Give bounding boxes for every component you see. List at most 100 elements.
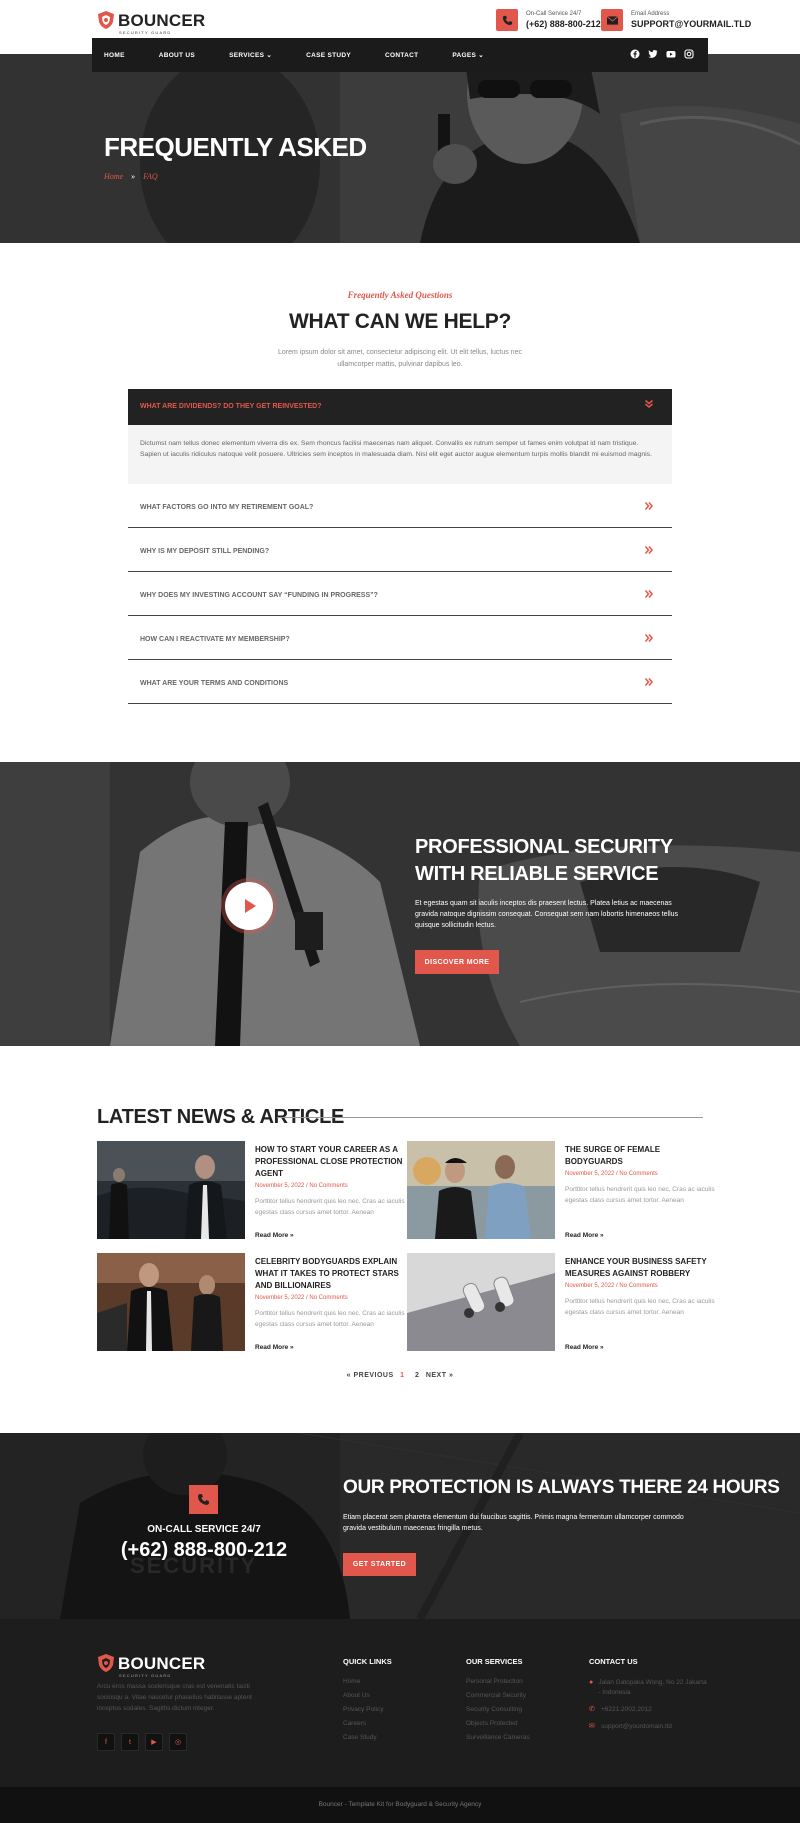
play-video-button[interactable] <box>225 882 273 930</box>
news-meta: November 5, 2022 / No Comments <box>565 1171 658 1177</box>
double-chevron-down-icon <box>645 399 653 408</box>
footer-link[interactable]: Privacy Policy <box>343 1706 392 1713</box>
news-thumbnail[interactable] <box>97 1253 245 1351</box>
breadcrumb-separator: » <box>131 172 136 181</box>
double-chevron-right-icon <box>644 546 653 554</box>
footer-link[interactable]: Careers <box>343 1720 392 1727</box>
faq-item-open[interactable]: WHAT ARE DIVIDENDS? DO THEY GET REINVEST… <box>128 389 672 425</box>
double-chevron-right-icon <box>644 634 653 642</box>
cta-section: SECURITY ON-CALL SERVICE 24/7 (+62) 888-… <box>0 1433 800 1619</box>
faq-item[interactable]: HOW CAN I REACTIVATE MY MEMBERSHIP? <box>128 616 672 660</box>
news-title[interactable]: ENHANCE YOUR BUSINESS SAFETY MEASURES AG… <box>565 1256 715 1280</box>
footer-contact: CONTACT US ● Jalan Gatopaka Wong. No 22 J… <box>589 1657 709 1739</box>
news-meta: November 5, 2022 / No Comments <box>255 1295 348 1301</box>
nav-case-study[interactable]: CASE STUDY <box>306 52 351 59</box>
instagram-icon[interactable]: ◎ <box>169 1733 187 1751</box>
instagram-icon[interactable] <box>684 49 694 59</box>
read-more-link[interactable]: Read More » <box>565 1344 604 1351</box>
news-card: CELEBRITY BODYGUARDS EXPLAIN WHAT IT TAK… <box>97 1253 407 1353</box>
footer: BOUNCER SECURITY GUARD Arcu eros massa s… <box>0 1619 800 1787</box>
discover-more-button[interactable]: DISCOVER MORE <box>415 950 499 974</box>
service-phone[interactable]: (+62) 888-800-212 <box>526 19 601 29</box>
faq-item[interactable]: WHY DOES MY INVESTING ACCOUNT SAY “FUNDI… <box>128 572 672 616</box>
news-excerpt: Porttitor tellus hendrerit quis leo nec.… <box>565 1298 715 1316</box>
news-thumbnail[interactable] <box>97 1141 245 1239</box>
email-address[interactable]: SUPPORT@YOURMAIL.TLD <box>631 19 751 29</box>
brand-name: BOUNCER <box>118 10 206 30</box>
twitter-icon[interactable] <box>648 49 658 59</box>
video-section: PROFESSIONAL SECURITY WITH RELIABLE SERV… <box>0 762 800 1046</box>
news-meta: November 5, 2022 / No Comments <box>255 1183 348 1189</box>
email-contact: Email Address SUPPORT@YOURMAIL.TLD <box>601 9 751 31</box>
nav-home[interactable]: HOME <box>104 52 125 59</box>
footer-address: ● Jalan Gatopaka Wong. No 22 Jakarta - In… <box>589 1679 707 1696</box>
read-more-link[interactable]: Read More » <box>565 1232 604 1239</box>
pagination-page[interactable]: 2 <box>415 1372 419 1379</box>
faq-question: HOW CAN I REACTIVATE MY MEMBERSHIP? <box>140 636 290 643</box>
youtube-icon[interactable] <box>666 49 676 59</box>
video-section-title: PROFESSIONAL SECURITY WITH RELIABLE SERV… <box>415 836 673 885</box>
twitter-icon[interactable]: t <box>121 1733 139 1751</box>
nav-pages[interactable]: PAGES ⌄ <box>452 51 484 59</box>
brand-tagline: SECURITY GUARD <box>119 30 172 35</box>
news-thumbnail[interactable] <box>407 1141 555 1239</box>
faq-item[interactable]: WHAT ARE YOUR TERMS AND CONDITIONS <box>128 660 672 704</box>
envelope-icon: ✉ <box>589 1723 595 1730</box>
youtube-icon[interactable]: ▶ <box>145 1733 163 1751</box>
faq-question: WHY IS MY DEPOSIT STILL PENDING? <box>140 548 270 555</box>
footer-email[interactable]: ✉ support@yourdomain.tld <box>589 1722 709 1732</box>
news-title[interactable]: HOW TO START YOUR CAREER AS A PROFESSION… <box>255 1144 405 1180</box>
read-more-link[interactable]: Read More » <box>255 1344 294 1351</box>
header-socials <box>630 49 694 59</box>
footer-services: OUR SERVICES Personal Protection Commerc… <box>466 1657 530 1748</box>
news-card: THE SURGE OF FEMALE BODYGUARDS November … <box>407 1141 717 1241</box>
faq-item[interactable]: WHAT FACTORS GO INTO MY RETIREMENT GOAL? <box>128 484 672 528</box>
news-card: ENHANCE YOUR BUSINESS SAFETY MEASURES AG… <box>407 1253 717 1353</box>
news-meta: November 5, 2022 / No Comments <box>565 1283 658 1289</box>
map-pin-icon: ● <box>589 1679 594 1686</box>
news-excerpt: Porttitor tellus hendrerit quis leo nec.… <box>255 1198 405 1216</box>
chevron-down-icon: ⌄ <box>266 52 273 59</box>
nav-contact[interactable]: CONTACT <box>385 52 418 59</box>
news-thumbnail[interactable] <box>407 1253 555 1351</box>
double-chevron-right-icon <box>644 590 653 598</box>
shield-logo-icon <box>98 1654 114 1672</box>
logo[interactable]: BOUNCER SECURITY GUARD <box>97 10 205 35</box>
breadcrumb-home[interactable]: Home <box>104 172 123 181</box>
footer-phone[interactable]: ✆ +6221.2002.2012 <box>589 1705 709 1715</box>
get-started-button[interactable]: GET STARTED <box>343 1553 416 1576</box>
cta-title: OUR PROTECTION IS ALWAYS THERE 24 HOURS <box>343 1477 780 1498</box>
page-title: FREQUENTLY ASKED <box>104 132 367 162</box>
news-title[interactable]: CELEBRITY BODYGUARDS EXPLAIN WHAT IT TAK… <box>255 1256 405 1292</box>
cta-phone-number[interactable]: (+62) 888-800-212 <box>110 1539 298 1562</box>
footer-link[interactable]: Security Consulting <box>466 1706 530 1713</box>
news-title[interactable]: THE SURGE OF FEMALE BODYGUARDS <box>565 1144 715 1168</box>
footer-description: Arcu eros massa scelerisque cras est ven… <box>97 1683 252 1712</box>
double-chevron-right-icon <box>644 678 653 686</box>
footer-link[interactable]: Home <box>343 1678 392 1685</box>
footer-link[interactable]: Surveillance Cameras <box>466 1734 530 1741</box>
pagination-previous[interactable]: « PREVIOUS <box>347 1372 394 1379</box>
faq-question: WHY DOES MY INVESTING ACCOUNT SAY “FUNDI… <box>140 592 378 599</box>
footer-link[interactable]: Personal Protection <box>466 1678 530 1685</box>
footer-link[interactable]: About Us <box>343 1692 392 1699</box>
faq-item[interactable]: WHY IS MY DEPOSIT STILL PENDING? <box>128 528 672 572</box>
footer-logo[interactable]: BOUNCER SECURITY GUARD <box>97 1653 205 1678</box>
nav-about-us[interactable]: ABOUT US <box>159 52 195 59</box>
envelope-icon <box>601 9 623 31</box>
read-more-link[interactable]: Read More » <box>255 1232 294 1239</box>
news-excerpt: Porttitor tellus hendrerit quis leo nec.… <box>565 1186 715 1204</box>
faq-title: WHAT CAN WE HELP? <box>289 310 511 333</box>
pagination-next[interactable]: NEXT » <box>426 1372 454 1379</box>
service-contact: On-Call Service 24/7 (+62) 888-800-212 <box>496 9 601 31</box>
footer-link[interactable]: Commercial Security <box>466 1692 530 1699</box>
footer-link[interactable]: Case Study <box>343 1734 392 1741</box>
hero-banner: FREQUENTLY ASKED Home » FAQ <box>0 54 800 243</box>
faq-answer: Dictumst nam tellus donec elementum vive… <box>140 440 652 458</box>
facebook-icon[interactable] <box>630 49 640 59</box>
nav-services[interactable]: SERVICES ⌄ <box>229 51 272 59</box>
footer-link[interactable]: Objects Protected <box>466 1720 530 1727</box>
double-chevron-right-icon <box>644 502 653 510</box>
facebook-icon[interactable]: f <box>97 1733 115 1751</box>
footer-socials: f t ▶ ◎ <box>97 1733 187 1751</box>
